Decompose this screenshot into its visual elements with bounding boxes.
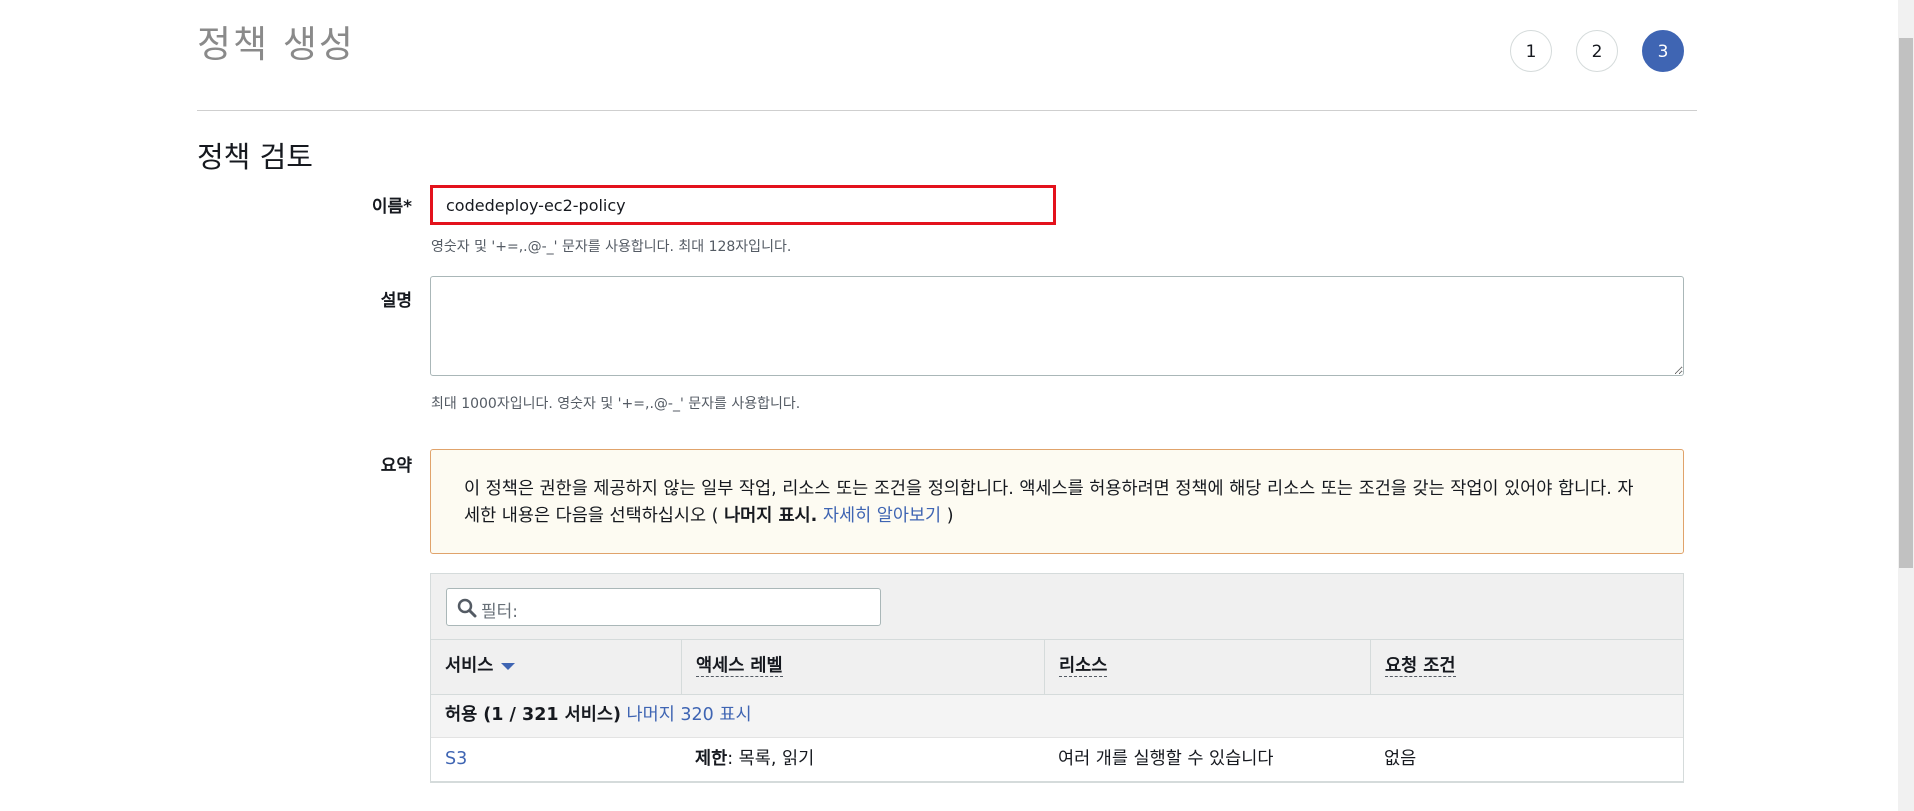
column-header-access-level[interactable]: 액세스 레벨 [681, 640, 1044, 694]
filter-input[interactable]: 필터: [446, 588, 881, 626]
column-header-service[interactable]: 서비스 [431, 640, 681, 694]
access-level-cell: 제한: 목록, 읽기 [681, 738, 814, 780]
show-remaining-link[interactable]: 나머지 320 표시 [627, 705, 752, 725]
warning-text: 이 정책은 권한을 제공하지 않는 일부 작업, 리소스 또는 조건을 정의합니… [464, 479, 1634, 526]
table-header: 서비스 액세스 레벨 리소스 요청 조건 [431, 640, 1683, 695]
learn-more-link[interactable]: 자세히 알아보기 [823, 506, 941, 526]
name-label: 이름* [371, 197, 412, 217]
step-3-current: 3 [1642, 30, 1684, 72]
access-level-bold: 제한 [695, 749, 728, 769]
summary-label: 요약 [380, 456, 412, 476]
access-level-detail: : 목록, 읽기 [727, 749, 815, 769]
policy-name-input[interactable] [430, 185, 1056, 225]
column-header-resource[interactable]: 리소스 [1044, 640, 1370, 694]
filter-placeholder: 필터: [481, 602, 519, 622]
service-link-s3[interactable]: S3 [431, 738, 467, 780]
name-hint: 영숫자 및 '+=,.@-_' 문자를 사용합니다. 최대 128자입니다. [431, 239, 792, 255]
divider [197, 110, 1697, 111]
section-title: 정책 검토 [197, 140, 313, 174]
show-remaining-text: 나머지 표시. [724, 506, 818, 526]
description-hint: 최대 1000자입니다. 영숫자 및 '+=,.@-_' 문자를 사용합니다. [431, 396, 801, 412]
policy-summary-table: 필터: 서비스 액세스 레벨 리소스 요청 조건 허용 (1 / 321 서비스… [430, 573, 1684, 783]
warning-box: 이 정책은 권한을 제공하지 않는 일부 작업, 리소스 또는 조건을 정의합니… [430, 449, 1684, 554]
step-1[interactable]: 1 [1510, 30, 1552, 72]
resource-cell: 여러 개를 실행할 수 있습니다 [1058, 749, 1274, 769]
filter-bar: 필터: [431, 574, 1683, 640]
column-header-request-condition-label: 요청 조건 [1385, 656, 1456, 677]
description-textarea[interactable] [430, 276, 1684, 376]
step-2[interactable]: 2 [1576, 30, 1618, 72]
column-header-request-condition[interactable]: 요청 조건 [1370, 640, 1683, 694]
allow-group-row: 허용 (1 / 321 서비스) 나머지 320 표시 [431, 695, 1683, 738]
scrollbar-thumb[interactable] [1899, 38, 1913, 568]
page-title: 정책 생성 [197, 23, 355, 66]
search-icon [457, 598, 477, 618]
allow-group-label: 허용 (1 / 321 서비스) [445, 705, 621, 725]
warning-close-paren: ) [946, 506, 954, 526]
table-row: S3 제한: 목록, 읽기 여러 개를 실행할 수 있습니다 없음 [431, 738, 1683, 782]
column-header-resource-label: 리소스 [1059, 656, 1108, 677]
sort-down-icon [501, 662, 516, 670]
condition-cell: 없음 [1384, 749, 1417, 769]
column-header-access-level-label: 액세스 레벨 [696, 656, 783, 677]
column-header-service-label: 서비스 [445, 656, 494, 676]
description-label: 설명 [380, 291, 412, 311]
